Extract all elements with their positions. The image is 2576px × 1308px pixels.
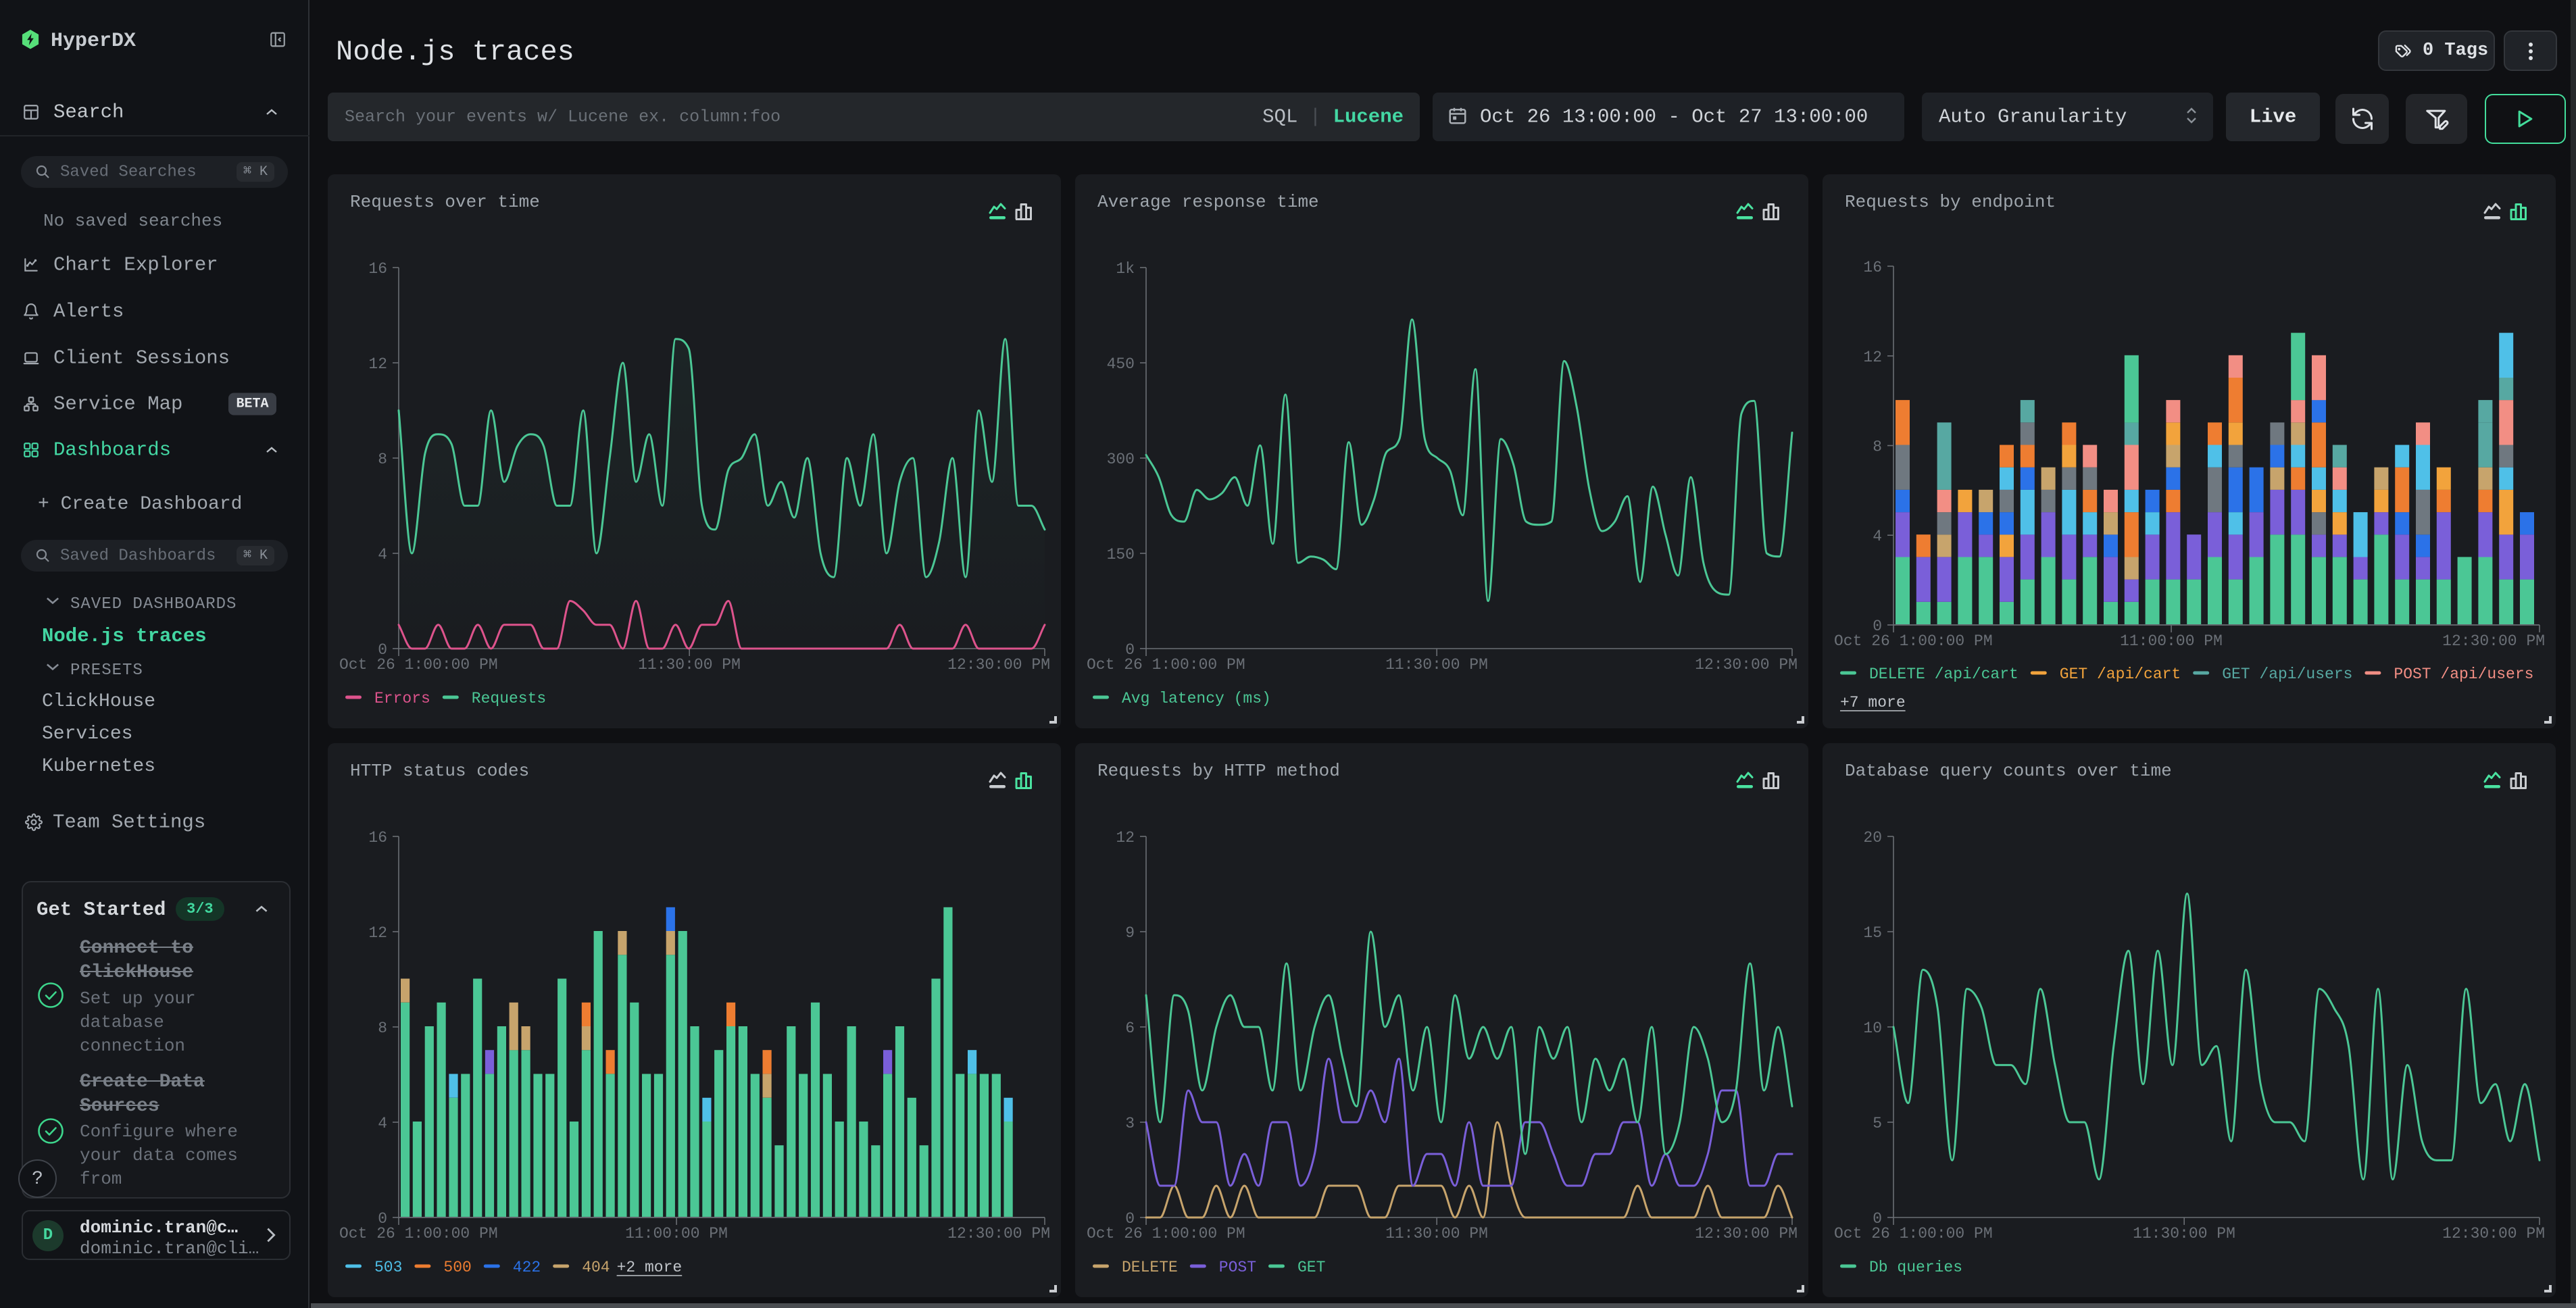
svg-text:1k: 1k <box>1116 260 1135 278</box>
svg-text:422: 422 <box>513 1259 541 1276</box>
svg-text:GET /api/cart: GET /api/cart <box>2060 665 2181 683</box>
svg-text:+2 more: +2 more <box>617 1259 683 1276</box>
svg-text:+7 more: +7 more <box>1840 694 1906 711</box>
svg-text:Oct 26 1:00:00 PM: Oct 26 1:00:00 PM <box>339 1225 498 1242</box>
svg-text:Oct 26 1:00:00 PM: Oct 26 1:00:00 PM <box>1087 1225 1245 1242</box>
svg-text:12: 12 <box>1863 349 1882 366</box>
svg-text:Avg latency (ms): Avg latency (ms) <box>1122 690 1271 707</box>
svg-text:16: 16 <box>368 260 387 278</box>
svg-text:6: 6 <box>1125 1020 1135 1037</box>
svg-text:Oct 26 1:00:00 PM: Oct 26 1:00:00 PM <box>339 656 498 674</box>
svg-text:9: 9 <box>1125 924 1135 942</box>
svg-text:GET: GET <box>1297 1259 1325 1276</box>
svg-text:11:00:00 PM: 11:00:00 PM <box>2120 632 2223 650</box>
svg-text:8: 8 <box>378 451 387 468</box>
svg-text:20: 20 <box>1863 829 1882 847</box>
svg-text:Oct 26 1:00:00 PM: Oct 26 1:00:00 PM <box>1834 1225 1993 1242</box>
svg-text:Db queries: Db queries <box>1869 1259 1962 1276</box>
svg-text:503: 503 <box>374 1259 402 1276</box>
svg-text:8: 8 <box>1873 438 1882 456</box>
svg-text:16: 16 <box>368 829 387 847</box>
svg-text:POST: POST <box>1219 1259 1256 1276</box>
svg-text:12:30:00 PM: 12:30:00 PM <box>1695 1225 1798 1242</box>
svg-text:12:30:00 PM: 12:30:00 PM <box>947 1225 1050 1242</box>
svg-text:8: 8 <box>378 1020 387 1037</box>
svg-text:11:30:00 PM: 11:30:00 PM <box>2133 1225 2235 1242</box>
svg-text:12:30:00 PM: 12:30:00 PM <box>1695 656 1798 674</box>
svg-text:12: 12 <box>1116 829 1135 847</box>
svg-text:12:30:00 PM: 12:30:00 PM <box>2442 632 2545 650</box>
svg-text:11:30:00 PM: 11:30:00 PM <box>1385 1225 1488 1242</box>
svg-text:POST /api/users: POST /api/users <box>2394 665 2533 683</box>
svg-text:12: 12 <box>368 355 387 373</box>
svg-text:11:30:00 PM: 11:30:00 PM <box>638 656 741 674</box>
svg-text:11:30:00 PM: 11:30:00 PM <box>1385 656 1488 674</box>
svg-text:404: 404 <box>582 1259 610 1276</box>
svg-text:Oct 26 1:00:00 PM: Oct 26 1:00:00 PM <box>1087 656 1245 674</box>
svg-text:16: 16 <box>1863 259 1882 276</box>
svg-text:500: 500 <box>443 1259 471 1276</box>
svg-text:12:30:00 PM: 12:30:00 PM <box>947 656 1050 674</box>
svg-text:Oct 26 1:00:00 PM: Oct 26 1:00:00 PM <box>1834 632 1993 650</box>
svg-text:12:30:00 PM: 12:30:00 PM <box>2442 1225 2545 1242</box>
svg-text:11:00:00 PM: 11:00:00 PM <box>625 1225 728 1242</box>
svg-text:3: 3 <box>1125 1115 1135 1132</box>
svg-text:4: 4 <box>378 546 387 563</box>
svg-text:12: 12 <box>368 924 387 942</box>
svg-text:150: 150 <box>1107 546 1135 563</box>
svg-text:Requests: Requests <box>472 690 546 707</box>
svg-text:DELETE /api/cart: DELETE /api/cart <box>1869 665 2018 683</box>
svg-text:450: 450 <box>1107 355 1135 373</box>
svg-text:DELETE: DELETE <box>1122 1259 1178 1276</box>
svg-text:5: 5 <box>1873 1115 1882 1132</box>
svg-text:4: 4 <box>1873 528 1882 545</box>
svg-text:Errors: Errors <box>374 690 430 707</box>
svg-text:10: 10 <box>1863 1020 1882 1037</box>
svg-text:4: 4 <box>378 1115 387 1132</box>
svg-text:15: 15 <box>1863 924 1882 942</box>
svg-text:300: 300 <box>1107 451 1135 468</box>
svg-text:GET /api/users: GET /api/users <box>2222 665 2352 683</box>
